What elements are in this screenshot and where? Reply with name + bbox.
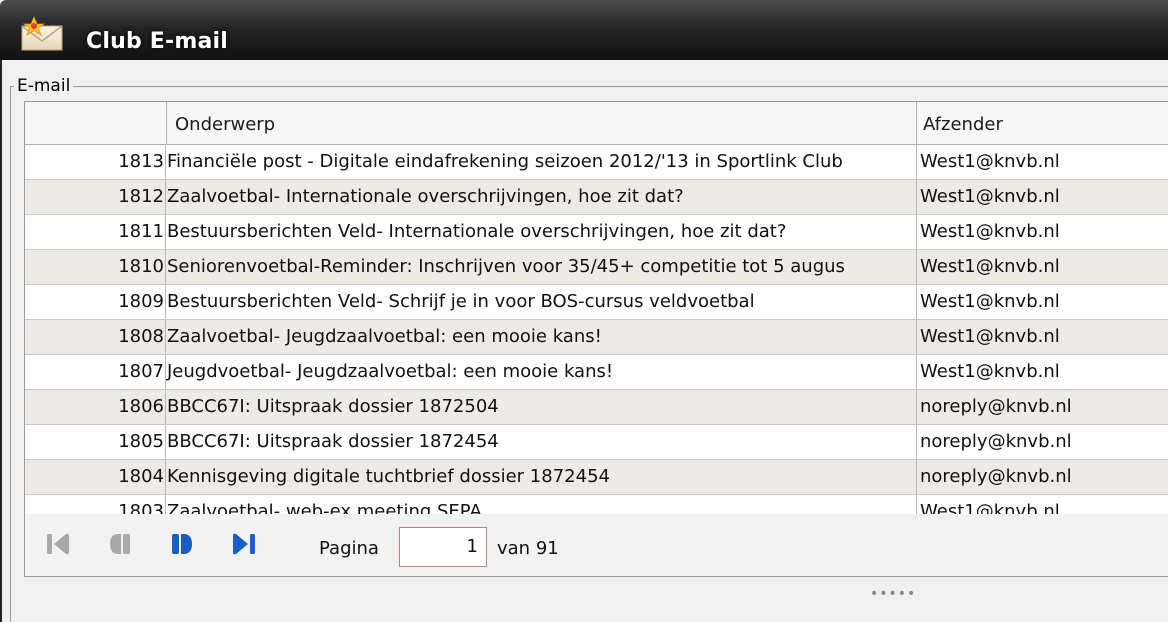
table-row[interactable]: 1806 BBCC67I: Uitspraak dossier 1872504 … xyxy=(25,390,1168,425)
table-row[interactable]: 1804 Kennisgeving digitale tuchtbrief do… xyxy=(25,460,1168,495)
row-subject: Zaalvoetbal- Internationale overschrijvi… xyxy=(167,186,684,207)
row-sender: West1@knvb.nl xyxy=(916,495,1168,515)
column-header-sender[interactable]: Afzender xyxy=(916,102,1168,144)
row-number: 1803 xyxy=(25,495,166,515)
title-bar[interactable]: Club E-mail xyxy=(0,0,1168,60)
table-row[interactable]: 1810 Seniorenvoetbal-Reminder: Inschrijv… xyxy=(25,250,1168,285)
pagination-bar: Pagina 1 van 91 xyxy=(24,514,1168,577)
fieldset-border-left xyxy=(10,86,11,622)
row-number: 1812 xyxy=(25,180,166,214)
row-subject: Seniorenvoetbal-Reminder: Inschrijven vo… xyxy=(167,256,845,277)
page-label: Pagina xyxy=(319,538,379,559)
first-page-icon[interactable] xyxy=(45,530,71,558)
row-number: 1809 xyxy=(25,285,166,319)
row-sender: West1@knvb.nl xyxy=(916,180,1168,214)
table-row[interactable]: 1805 BBCC67I: Uitspraak dossier 1872454 … xyxy=(25,425,1168,460)
table-header: Onderwerp Afzender xyxy=(25,102,1168,145)
table-row[interactable]: 1807 Jeugdvoetbal- Jeugdzaalvoetbal: een… xyxy=(25,355,1168,390)
table-row[interactable]: 1803 Zaalvoetbal- web-ex meeting SEPA We… xyxy=(25,495,1168,516)
window-title: Club E-mail xyxy=(86,29,228,54)
row-subject: Zaalvoetbal- web-ex meeting SEPA xyxy=(167,501,482,516)
table-row[interactable]: 1809 Bestuursberichten Veld- Schrijf je … xyxy=(25,285,1168,320)
row-subject: Zaalvoetbal- Jeugdzaalvoetbal: een mooie… xyxy=(167,326,602,347)
row-subject: Bestuursberichten Veld- Internationale o… xyxy=(167,221,787,242)
row-number: 1808 xyxy=(25,320,166,354)
row-number: 1811 xyxy=(25,215,166,249)
row-number: 1813 xyxy=(25,145,166,179)
next-page-icon[interactable] xyxy=(169,530,195,558)
row-number: 1810 xyxy=(25,250,166,284)
table-row[interactable]: 1813 Financiële post - Digitale eindafre… xyxy=(25,145,1168,180)
table-row[interactable]: 1811 Bestuursberichten Veld- Internation… xyxy=(25,215,1168,250)
row-number: 1807 xyxy=(25,355,166,389)
last-page-icon[interactable] xyxy=(231,530,257,558)
row-subject: Kennisgeving digitale tuchtbrief dossier… xyxy=(167,466,610,487)
previous-page-icon[interactable] xyxy=(107,530,133,558)
row-number: 1804 xyxy=(25,460,166,494)
table-body: 1813 Financiële post - Digitale eindafre… xyxy=(25,145,1168,516)
page-number-input[interactable]: 1 xyxy=(399,527,487,567)
table-row[interactable]: 1812 Zaalvoetbal- Internationale oversch… xyxy=(25,180,1168,215)
table-row[interactable]: 1808 Zaalvoetbal- Jeugdzaalvoetbal: een … xyxy=(25,320,1168,355)
row-sender: West1@knvb.nl xyxy=(916,145,1168,179)
row-number: 1805 xyxy=(25,425,166,459)
row-subject: BBCC67I: Uitspraak dossier 1872454 xyxy=(167,431,499,452)
total-pages-label: van 91 xyxy=(497,538,559,559)
envelope-icon xyxy=(21,15,63,51)
row-sender: noreply@knvb.nl xyxy=(916,460,1168,494)
row-sender: West1@knvb.nl xyxy=(916,215,1168,249)
fieldset-border-top xyxy=(10,86,1168,87)
row-subject: Jeugdvoetbal- Jeugdzaalvoetbal: een mooi… xyxy=(167,361,614,382)
row-subject: Financiële post - Digitale eindafrekenin… xyxy=(167,151,843,172)
club-email-window: Club E-mail E-mail Onderwerp Afzender 18… xyxy=(0,0,1168,622)
row-subject: Bestuursberichten Veld- Schrijf je in vo… xyxy=(167,291,755,312)
email-table[interactable]: Onderwerp Afzender 1813 Financiële post … xyxy=(24,101,1168,516)
row-sender: West1@knvb.nl xyxy=(916,285,1168,319)
row-sender: noreply@knvb.nl xyxy=(916,425,1168,459)
row-sender: West1@knvb.nl xyxy=(916,320,1168,354)
column-header-number[interactable] xyxy=(25,102,166,144)
column-header-subject[interactable]: Onderwerp xyxy=(166,102,917,144)
row-subject: BBCC67I: Uitspraak dossier 1872504 xyxy=(167,396,499,417)
row-number: 1806 xyxy=(25,390,166,424)
row-sender: West1@knvb.nl xyxy=(916,355,1168,389)
row-sender: noreply@knvb.nl xyxy=(916,390,1168,424)
fieldset-legend: E-mail xyxy=(14,76,74,96)
row-sender: West1@knvb.nl xyxy=(916,250,1168,284)
splitter-grip[interactable]: ••••• xyxy=(870,586,916,602)
